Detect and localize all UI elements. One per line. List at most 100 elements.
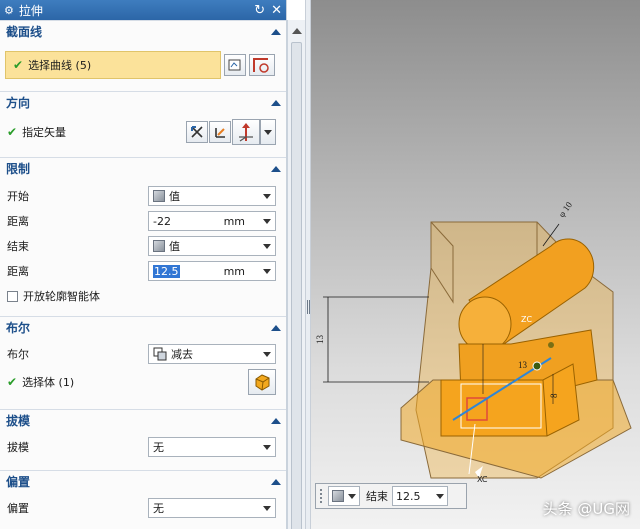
- select-body-button[interactable]: [248, 369, 276, 395]
- section-group: 截面线: [0, 20, 286, 42]
- collapse-icon[interactable]: [271, 99, 281, 106]
- value-cube-icon: [153, 240, 165, 252]
- open-profile-label: 开放轮廓智能体: [23, 290, 100, 303]
- chevron-down-icon: [264, 129, 272, 135]
- limit-type-select[interactable]: [328, 486, 360, 506]
- boolean-heading[interactable]: 布尔: [0, 316, 286, 338]
- dialog-scrollbar[interactable]: [287, 20, 305, 529]
- start-label: 开始: [7, 190, 29, 203]
- diameter-dimension: φ 10: [556, 200, 574, 220]
- offset-field-label: 偏置: [7, 502, 29, 515]
- zc-axis-icon: [239, 123, 253, 142]
- end-type-select[interactable]: 值: [148, 236, 276, 256]
- select-curve-label: 选择曲线 (5): [28, 59, 92, 72]
- direction-heading[interactable]: 方向: [0, 91, 286, 113]
- collapse-icon[interactable]: [271, 324, 281, 331]
- draft-heading[interactable]: 拔模: [0, 409, 286, 431]
- end-distance-value: 12.5: [153, 264, 180, 278]
- value-cube-icon: [153, 190, 165, 202]
- curve-selector-button[interactable]: [249, 54, 275, 76]
- boolean-select[interactable]: 减去: [148, 344, 276, 364]
- check-icon: ✔: [13, 58, 24, 72]
- draft-label: 拔模: [6, 414, 31, 428]
- curve-icon: [253, 58, 269, 73]
- offset-group: 偏置: [0, 470, 286, 492]
- section-heading[interactable]: 截面线: [0, 20, 286, 42]
- boolean-label: 布尔: [6, 321, 31, 335]
- splitter-grip[interactable]: [307, 300, 310, 314]
- chevron-down-icon: [263, 194, 271, 199]
- direction-group: 方向: [0, 91, 286, 113]
- boolean-field-label: 布尔: [7, 348, 29, 361]
- collapse-icon[interactable]: [271, 165, 281, 172]
- height-dimension: 13: [315, 335, 325, 345]
- axis-x-label: XC: [477, 475, 488, 484]
- unit-label: mm: [223, 214, 245, 228]
- chevron-down-icon: [348, 494, 356, 499]
- select-curve-row[interactable]: ✔ 选择曲线 (5): [5, 51, 221, 79]
- limits-label: 限制: [6, 162, 31, 176]
- end-distance-input[interactable]: 12.5 mm: [148, 261, 276, 281]
- sketch-icon: [228, 59, 241, 71]
- inferred-vector-button[interactable]: [209, 121, 231, 143]
- select-body-row[interactable]: ✔ 选择体 (1): [0, 370, 286, 394]
- chevron-down-icon: [263, 269, 271, 274]
- gear-icon[interactable]: ⚙: [4, 4, 14, 17]
- check-icon: ✔: [7, 375, 18, 389]
- offset-label: 偏置: [6, 475, 31, 489]
- reverse-direction-icon: [191, 126, 203, 138]
- subtract-icon: [153, 347, 167, 361]
- onscreen-end-value: 12.5: [396, 489, 421, 503]
- check-icon: ✔: [7, 125, 18, 139]
- collapse-icon[interactable]: [271, 417, 281, 424]
- chevron-down-icon: [263, 219, 271, 224]
- reverse-direction-button[interactable]: [186, 121, 208, 143]
- chevron-down-icon: [263, 506, 271, 511]
- boolean-value: 减去: [171, 348, 193, 361]
- offset-heading[interactable]: 偏置: [0, 470, 286, 492]
- draft-select[interactable]: 无: [148, 437, 276, 457]
- onscreen-end-label: 结束: [366, 490, 388, 503]
- onscreen-end-input[interactable]: 12.5: [392, 486, 448, 506]
- start-type-select[interactable]: 值: [148, 186, 276, 206]
- specify-vector-label: 指定矢量: [22, 126, 67, 139]
- chevron-down-icon: [263, 445, 271, 450]
- start-distance-label: 距离: [7, 215, 29, 228]
- vector-type-dropdown[interactable]: [260, 119, 276, 145]
- extrude-dialog: ⚙ 拉伸 ↻ ✕ 截面线 ✔ 选择曲线 (5) 方向 ✔ 指定矢量 限制 开始 …: [0, 0, 287, 529]
- draft-group: 拔模: [0, 409, 286, 431]
- scroll-up-icon[interactable]: [292, 28, 302, 34]
- width-dimension: 13: [518, 360, 528, 370]
- solid-body-icon: [255, 374, 270, 391]
- close-icon[interactable]: ✕: [271, 3, 282, 18]
- end-distance-label: 距离: [7, 265, 29, 278]
- section-label: 截面线: [6, 25, 43, 39]
- limits-group: 限制: [0, 157, 286, 179]
- limits-heading[interactable]: 限制: [0, 157, 286, 179]
- end-type-value: 值: [169, 240, 180, 253]
- select-body-label: 选择体 (1): [22, 376, 75, 389]
- vector-type-button[interactable]: [232, 119, 260, 145]
- cylinder-end: [458, 296, 512, 352]
- vector-icon: [215, 128, 225, 138]
- direction-label: 方向: [6, 96, 31, 110]
- open-profile-row[interactable]: 开放轮廓智能体: [0, 284, 286, 308]
- end-label: 结束: [7, 240, 29, 253]
- collapse-icon[interactable]: [271, 478, 281, 485]
- model-view: φ 10 13 13 8 ZC XC: [315, 200, 632, 484]
- boolean-group: 布尔: [0, 316, 286, 338]
- collapse-icon[interactable]: [271, 28, 281, 35]
- chevron-down-icon: [436, 494, 444, 499]
- open-profile-checkbox[interactable]: [7, 290, 18, 302]
- sketch-section-button[interactable]: [224, 54, 246, 76]
- offset-select[interactable]: 无: [148, 498, 276, 518]
- offset-value: 无: [153, 502, 164, 515]
- axis-z-label: ZC: [521, 315, 532, 324]
- scrollbar-thumb[interactable]: [291, 42, 302, 529]
- reset-icon[interactable]: ↻: [254, 3, 265, 18]
- start-distance-input[interactable]: -22 mm: [148, 211, 276, 231]
- drag-handle[interactable]: [320, 489, 324, 503]
- dialog-titlebar: ⚙ 拉伸 ↻ ✕: [0, 0, 286, 20]
- graphics-viewport[interactable]: φ 10 13 13 8 ZC XC 结束 12.5 头条 @UG网: [311, 0, 640, 529]
- start-type-value: 值: [169, 190, 180, 203]
